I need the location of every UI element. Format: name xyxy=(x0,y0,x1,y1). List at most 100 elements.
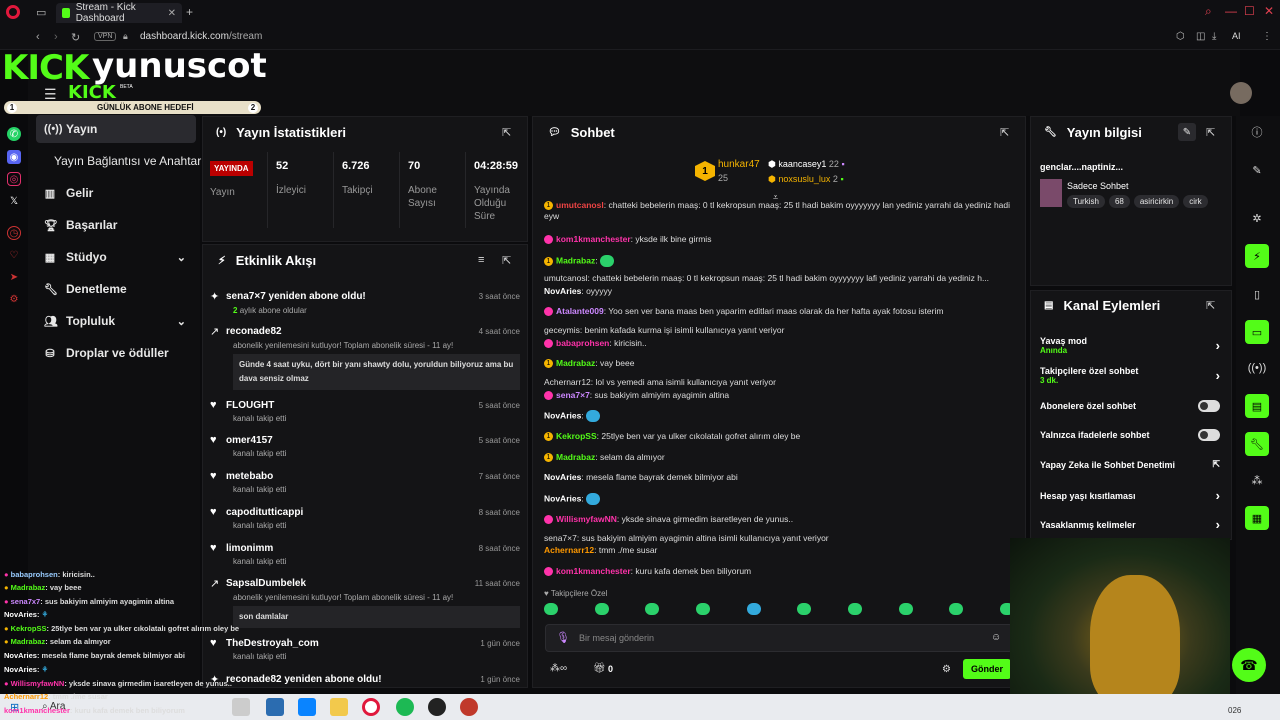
send-icon[interactable]: ➤ xyxy=(7,270,21,284)
forward-icon[interactable]: › xyxy=(54,31,58,43)
nav-item-studyo[interactable]: ▦ Stüdyo ⌄ xyxy=(36,243,196,271)
task-view-icon[interactable] xyxy=(232,698,250,716)
action-followers-only[interactable]: Takipçilere özel sohbet 3 dk. › xyxy=(1040,366,1220,385)
edit-icon[interactable]: ✎ xyxy=(1178,123,1196,141)
emote-icon[interactable] xyxy=(949,603,964,615)
action-ai-moderation[interactable]: Yapay Zeka ile Sohbet Denetimi ⇱ xyxy=(1040,459,1220,470)
nav-item-droplar[interactable]: ⛁ Droplar ve ödüller xyxy=(36,339,196,367)
document-icon[interactable]: ▯ xyxy=(1245,282,1269,306)
overlay-chat-line: NovAries: ⚘ xyxy=(4,610,49,619)
filter-icon[interactable]: ≡ xyxy=(478,254,484,266)
chat-message: kom1kmanchester: yksde ilk bine girmis xyxy=(544,234,1016,245)
browser-tab[interactable]: Stream - Kick Dashboard ✕ xyxy=(56,2,182,24)
emote-icon[interactable] xyxy=(695,603,710,615)
emote-icon[interactable] xyxy=(898,603,913,615)
nav-item-gelir[interactable]: ▥ Gelir xyxy=(36,179,196,207)
expand-icon[interactable]: ⇱ xyxy=(502,126,511,139)
action-account-age[interactable]: Hesap yaşı kısıtlaması › xyxy=(1040,488,1220,503)
send-button[interactable]: Gönder xyxy=(963,659,1011,679)
snapshot-icon[interactable]: ◫ xyxy=(1196,31,1205,42)
media-icon[interactable]: ▦ xyxy=(1245,506,1269,530)
url-field[interactable]: dashboard.kick.com/stream xyxy=(140,31,262,42)
emote-icon[interactable] xyxy=(797,603,812,615)
download-icon[interactable]: ⤓ xyxy=(1212,31,1216,42)
tag[interactable]: asiricirkin xyxy=(1133,195,1180,208)
tag[interactable]: Turkish xyxy=(1067,195,1105,208)
nav-item-denetleme[interactable]: 🔧︎ Denetleme xyxy=(36,275,196,303)
bug-icon[interactable]: ✲ xyxy=(1245,206,1269,230)
mic-icon[interactable]: 🎙︎ xyxy=(556,631,570,644)
minimize-icon[interactable]: — xyxy=(1225,4,1237,18)
whatsapp-icon[interactable]: ✆ xyxy=(7,127,21,141)
emote-icon[interactable] xyxy=(544,603,558,615)
help-icon[interactable]: ☎ xyxy=(1232,648,1266,682)
close-window-icon[interactable]: ✕ xyxy=(1264,4,1274,18)
pencil-icon[interactable]: ✎ xyxy=(1245,158,1269,182)
settings-icon[interactable]: ⚙ xyxy=(7,292,21,306)
search-icon[interactable]: ⌕ xyxy=(1205,4,1212,19)
followers-only-label: ♥ Takipçilere Özel xyxy=(544,589,608,598)
extensions-icon[interactable]: ⬡ xyxy=(1176,31,1185,42)
emote-icon[interactable] xyxy=(594,603,609,615)
opera-logo-icon[interactable] xyxy=(6,5,20,19)
expand-icon[interactable]: ⇱ xyxy=(1000,126,1009,139)
broadcast-icon[interactable]: ((•)) xyxy=(1245,356,1269,380)
ai-button[interactable]: AI xyxy=(1232,31,1241,41)
activity-item: ♥ omer4157 5 saat önce kanalı takip etti xyxy=(210,434,520,458)
nav-item-topluluk[interactable]: 👥︎ Topluluk ⌄ xyxy=(36,307,196,335)
close-tab-icon[interactable]: ✕ xyxy=(168,8,176,19)
maximize-icon[interactable]: ☐ xyxy=(1244,4,1255,18)
emote-only-toggle[interactable] xyxy=(1198,429,1220,441)
kick-logo-small[interactable]: KICK xyxy=(68,82,116,103)
expand-icon[interactable]: ⇱ xyxy=(1206,299,1215,312)
chat-reply-context: Achernarr12: lol vs yemedi ama isimli ku… xyxy=(544,377,776,387)
gift-icon[interactable]: 🎁︎ xyxy=(593,663,606,674)
edge-icon[interactable] xyxy=(298,698,316,716)
reload-icon[interactable]: ↻ xyxy=(71,31,80,44)
points-icon[interactable]: ⁂∞ xyxy=(550,663,567,674)
nav-item-basarilar[interactable]: 🏆︎ Başarılar xyxy=(36,211,196,239)
opera-taskbar-icon[interactable] xyxy=(362,698,380,716)
expand-icon[interactable]: ⇱ xyxy=(502,254,511,267)
activity-item: ♥ metebabo 7 saat önce kanalı takip etti xyxy=(210,470,520,494)
channel-icon[interactable]: ▤ xyxy=(1245,394,1269,418)
emote-icon[interactable] xyxy=(746,603,761,615)
vpn-badge[interactable]: VPN xyxy=(94,32,117,41)
app-icon[interactable] xyxy=(266,698,284,716)
info-icon[interactable]: ⓘ xyxy=(1245,120,1269,144)
emote-icon[interactable] xyxy=(645,603,660,615)
back-icon[interactable]: ‹ xyxy=(36,31,40,43)
tag[interactable]: 68 xyxy=(1108,195,1130,208)
discord-icon[interactable]: ◉ xyxy=(7,150,21,164)
x-icon[interactable]: 𝕏 xyxy=(7,194,21,208)
emote-icon[interactable] xyxy=(847,603,862,615)
tab-menu-icon[interactable]: ▭ xyxy=(36,6,46,19)
new-tab-icon[interactable]: + xyxy=(186,5,193,19)
heart-outline-icon[interactable]: ♡ xyxy=(7,248,21,262)
media-player-icon[interactable] xyxy=(460,698,478,716)
apps-icon[interactable]: ⁂ xyxy=(1245,468,1269,492)
chat-settings-icon[interactable]: ⚙ xyxy=(942,664,951,675)
action-slow-mode[interactable]: Yavaş mod Anında › xyxy=(1040,336,1220,355)
expand-icon[interactable]: ⇱ xyxy=(1206,126,1215,139)
tag[interactable]: cirk xyxy=(1183,195,1208,208)
spotify-icon[interactable] xyxy=(396,698,414,716)
category-name[interactable]: Sadece Sohbet xyxy=(1067,181,1129,191)
user-avatar[interactable] xyxy=(1230,82,1252,104)
file-explorer-icon[interactable] xyxy=(330,698,348,716)
sparkle-icon: ✦ xyxy=(210,291,220,303)
history-icon[interactable]: ◷ xyxy=(7,226,21,240)
instagram-icon[interactable]: ◎ xyxy=(7,172,21,186)
wrench-icon[interactable]: 🔧︎ xyxy=(1245,432,1269,456)
subs-only-toggle[interactable] xyxy=(1198,400,1220,412)
bolt-icon[interactable]: ⚡︎ xyxy=(1245,244,1269,268)
action-banned-words[interactable]: Yasaklanmış kelimeler › xyxy=(1040,517,1220,532)
app-icon[interactable] xyxy=(428,698,446,716)
chat-message: 1 Madrabaz: vay beee xyxy=(544,358,1016,369)
emoji-icon[interactable]: ☺ xyxy=(991,632,1001,643)
chat-icon[interactable]: ▭ xyxy=(1245,320,1269,344)
nav-item-yayin[interactable]: ((•)) Yayın xyxy=(36,115,196,143)
nav-item-stream-key[interactable]: Yayın Bağlantısı ve Anahtarı xyxy=(36,147,206,175)
menu-icon[interactable]: ⋮ xyxy=(1262,31,1272,42)
chat-message: 1 Madrabaz: xyxy=(544,255,1016,267)
